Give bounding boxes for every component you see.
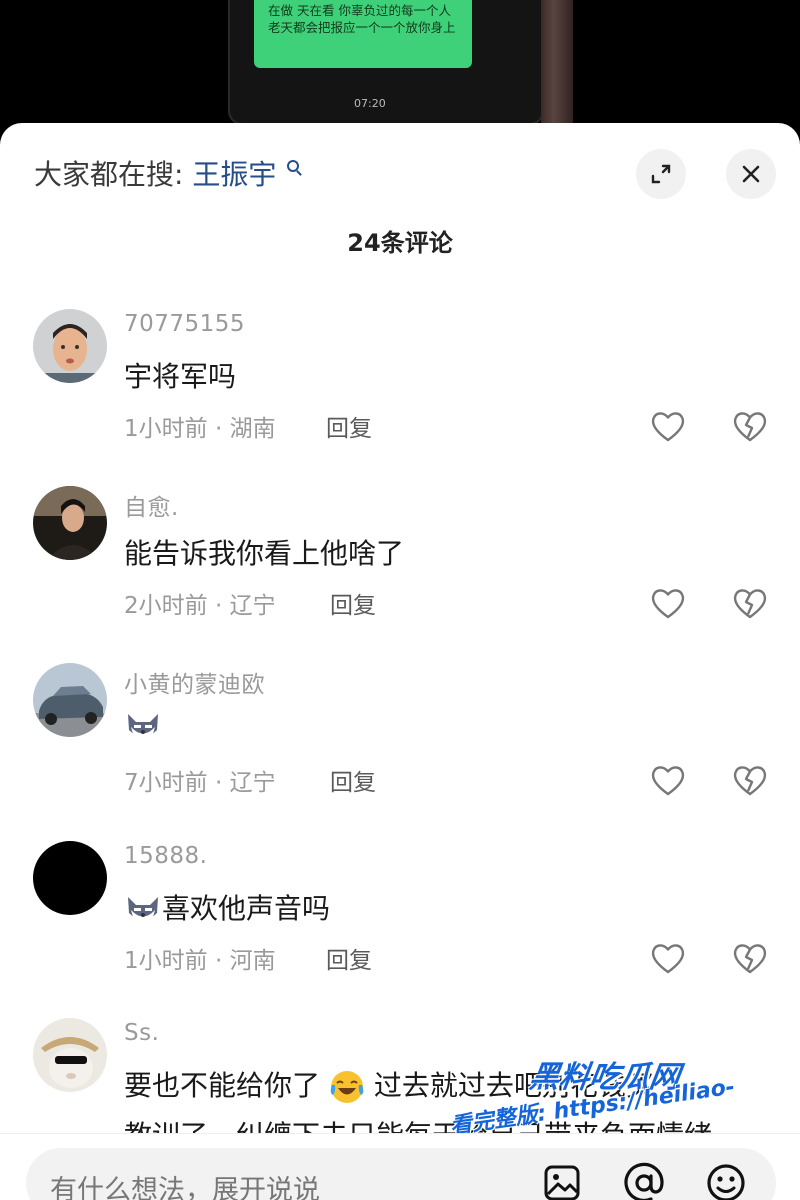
comment-input-bar: 有什么想法，展开说说 bbox=[0, 1133, 800, 1200]
comment-item: 15888. 喜欢他声音吗 1小时前 · 河南 回复 bbox=[0, 841, 800, 1011]
avatar[interactable] bbox=[33, 663, 107, 737]
comment-item: 70775155 宇将军吗 1小时前 · 湖南 回复 bbox=[0, 309, 800, 479]
search-icon bbox=[287, 160, 300, 172]
fox-sticker-icon bbox=[128, 714, 158, 738]
reply-button[interactable]: 回复 bbox=[326, 941, 372, 975]
avatar[interactable] bbox=[33, 309, 107, 383]
broken-heart-icon[interactable] bbox=[732, 763, 768, 797]
comment-username[interactable]: 15888. bbox=[124, 843, 207, 869]
reply-button[interactable]: 回复 bbox=[330, 763, 376, 797]
comment-username[interactable]: 自愈. bbox=[124, 488, 179, 522]
broken-heart-icon[interactable] bbox=[732, 586, 768, 620]
fox-sticker-icon bbox=[128, 897, 158, 921]
comment-text: 宇将军吗 bbox=[124, 360, 237, 393]
trending-search-prefix: 大家都在搜: bbox=[34, 158, 184, 191]
avatar[interactable] bbox=[33, 1018, 107, 1092]
broken-heart-icon[interactable] bbox=[732, 409, 768, 443]
trending-search-term[interactable]: 王振宇 bbox=[192, 158, 276, 191]
comment-meta: 1小时前 · 河南 bbox=[124, 948, 276, 974]
comment-username[interactable]: 70775155 bbox=[124, 311, 245, 337]
close-icon bbox=[742, 165, 760, 183]
image-icon[interactable] bbox=[543, 1164, 581, 1200]
video-player[interactable]: 在做 天在看 你辜负过的每一个人老天都会把报应一个一个放你身上 07:20 bbox=[0, 0, 800, 130]
expand-icon bbox=[651, 164, 671, 184]
video-background bbox=[541, 0, 573, 130]
comment-sheet: 大家都在搜: 王振宇 24条评论 70775155 宇将军吗 1小时前 · 湖南… bbox=[0, 123, 800, 1200]
comment-text: 喜欢他声音吗 bbox=[124, 887, 330, 927]
comment-username[interactable]: 小黄的蒙迪欧 bbox=[124, 665, 265, 699]
avatar[interactable] bbox=[33, 486, 107, 560]
broken-heart-icon[interactable] bbox=[732, 941, 768, 975]
trending-search[interactable]: 大家都在搜: 王振宇 bbox=[34, 153, 300, 193]
video-chat-time: 07:20 bbox=[354, 97, 386, 110]
video-chat-bubble: 在做 天在看 你辜负过的每一个人老天都会把报应一个一个放你身上 bbox=[254, 0, 472, 68]
comment-meta: 2小时前 · 辽宁 bbox=[124, 593, 276, 619]
comment-username[interactable]: Ss. bbox=[124, 1020, 159, 1046]
reply-button[interactable]: 回复 bbox=[326, 409, 372, 443]
heart-icon[interactable] bbox=[650, 586, 686, 620]
comment-meta: 7小时前 · 辽宁 bbox=[124, 770, 276, 796]
heart-icon[interactable] bbox=[650, 409, 686, 443]
close-button[interactable] bbox=[726, 149, 776, 199]
avatar[interactable] bbox=[33, 841, 107, 915]
reply-button[interactable]: 回复 bbox=[330, 586, 376, 620]
comment-meta: 1小时前 · 湖南 bbox=[124, 416, 276, 442]
heart-icon[interactable] bbox=[650, 763, 686, 797]
comment-input-placeholder: 有什么想法，展开说说 bbox=[50, 1175, 320, 1200]
expand-button[interactable] bbox=[636, 149, 686, 199]
comment-item: 小黄的蒙迪欧 7小时前 · 辽宁 回复 bbox=[0, 663, 800, 833]
comment-text bbox=[124, 709, 162, 744]
comment-text: 能告诉我你看上他啥了 bbox=[124, 537, 405, 570]
emoji-icon[interactable] bbox=[705, 1162, 747, 1200]
comment-count: 24条评论 bbox=[347, 229, 453, 257]
comment-item: 自愈. 能告诉我你看上他啥了 2小时前 · 辽宁 回复 bbox=[0, 486, 800, 656]
at-icon[interactable] bbox=[623, 1162, 665, 1200]
heart-icon[interactable] bbox=[650, 941, 686, 975]
crying-laughing-emoji-icon bbox=[330, 1071, 364, 1103]
